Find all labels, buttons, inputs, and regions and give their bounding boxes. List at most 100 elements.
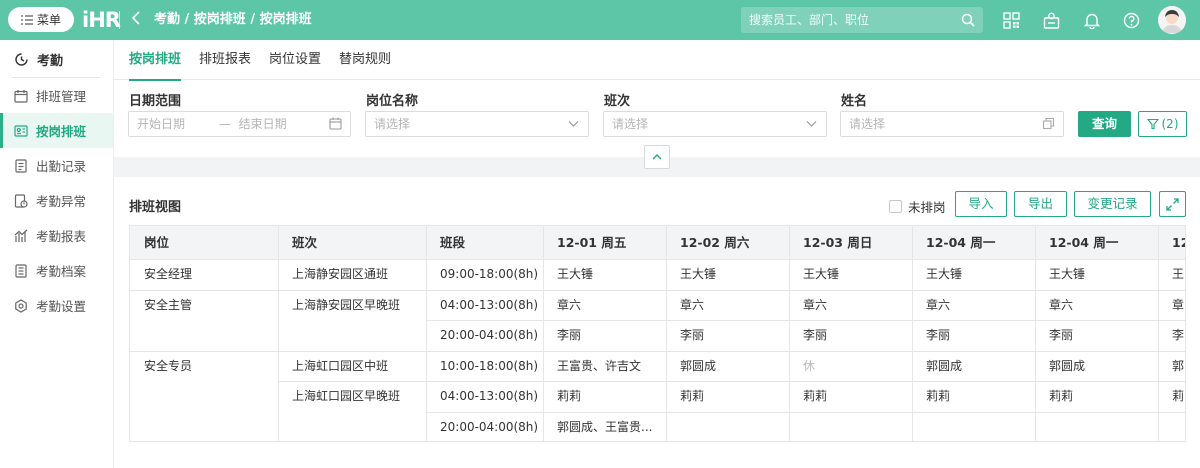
schedule-cell: 郭 xyxy=(1172,358,1185,373)
breadcrumb: 考勤 / 按岗排班 / 按岗排班 xyxy=(154,12,312,27)
sidebar-item-label: 按岗排班 xyxy=(36,124,87,139)
row-divider xyxy=(130,259,278,260)
import-button[interactable]: 导入 xyxy=(955,191,1007,217)
end-date-placeholder: 结束日期 xyxy=(238,117,287,131)
bell-icon[interactable] xyxy=(1082,10,1102,30)
filter-button[interactable]: (2) xyxy=(1138,111,1187,137)
export-button[interactable]: 导出 xyxy=(1014,191,1067,217)
sidebar-item-attendance-exceptions[interactable]: 考勤异常 xyxy=(0,183,113,218)
warning-doc-icon xyxy=(14,193,28,208)
schedule-cell: 王大锤 xyxy=(557,267,594,281)
row-divider xyxy=(130,289,278,291)
column-divider xyxy=(912,226,913,441)
sidebar-item-attendance-reports[interactable]: 考勤报表 xyxy=(0,218,113,253)
sidebar-header-label: 考勤 xyxy=(37,53,64,69)
row-divider xyxy=(426,350,1185,352)
row-divider xyxy=(426,289,1185,291)
avatar[interactable] xyxy=(1158,6,1186,34)
copy-icon xyxy=(1042,117,1055,130)
post-name-select[interactable]: 请选择 xyxy=(365,111,589,137)
sidebar-item-label: 考勤报表 xyxy=(36,229,87,244)
tab-post-scheduling[interactable]: 按岗排班 xyxy=(129,40,182,81)
sidebar: 考勤 排班管理 按岗排班 出勤记录 考勤异常 考勤报表 考勤档案 考勤设置 xyxy=(0,40,114,468)
query-button[interactable]: 查询 xyxy=(1078,111,1131,137)
schedule-table: 岗位 班次 班段 12-01 周五 12-02 周六 12-03 周日 12-04 周一 12… xyxy=(129,225,1186,442)
shift-cell: 上海静安园区早晚班 xyxy=(292,297,401,312)
column-divider xyxy=(666,226,667,441)
archive-icon xyxy=(15,263,27,278)
schedule-cell xyxy=(1035,412,1158,442)
schedule-cell: 李 xyxy=(1172,328,1185,342)
search-input[interactable]: 搜索员工、部门、职位 xyxy=(741,7,983,33)
segment-cell: 20:00-04:00(8h) xyxy=(440,419,539,434)
column-divider xyxy=(789,226,790,441)
segment-cell: 04:00-13:00(8h) xyxy=(440,297,539,312)
chevron-down-icon xyxy=(568,121,579,127)
checkbox-box[interactable] xyxy=(889,200,902,213)
qr-code-icon[interactable] xyxy=(1001,10,1021,30)
unscheduled-checkbox[interactable]: 未排岗 xyxy=(889,197,946,216)
post-name-label: 岗位名称 xyxy=(366,94,419,109)
tab-substitute-rules[interactable]: 替岗规则 xyxy=(339,40,391,80)
sidebar-item-label: 考勤档案 xyxy=(36,264,87,279)
column-divider xyxy=(426,226,427,441)
schedule-cell: 莉莉 xyxy=(803,389,828,403)
column-divider xyxy=(1158,226,1159,441)
name-label: 姓名 xyxy=(841,94,868,109)
column-header: 岗位 xyxy=(144,235,170,250)
schedule-cell: 莉 xyxy=(1172,389,1185,403)
sidebar-item-post-scheduling[interactable]: 按岗排班 xyxy=(0,113,113,148)
tab-post-settings[interactable]: 岗位设置 xyxy=(269,40,321,80)
filter-icon xyxy=(1146,118,1159,130)
contacts-icon[interactable] xyxy=(1041,10,1061,30)
date-range-picker[interactable]: 开始日期 — 结束日期 xyxy=(128,111,351,137)
menu-label: 菜单 xyxy=(36,13,61,27)
divider xyxy=(119,11,120,29)
column-header: 12-02 周六 xyxy=(680,235,750,250)
shift-select[interactable]: 请选择 xyxy=(603,111,827,137)
post-name-placeholder: 请选择 xyxy=(374,117,411,131)
sidebar-item-label: 排班管理 xyxy=(36,89,87,104)
sidebar-item-attendance-records[interactable]: 出勤记录 xyxy=(0,148,113,183)
column-header: 12-01 周五 xyxy=(557,235,627,250)
schedule-cell: 李丽 xyxy=(557,328,582,342)
name-select[interactable]: 请选择 xyxy=(840,111,1064,137)
tab-bar: 按岗排班 排班报表 岗位设置 替岗规则 xyxy=(114,40,1200,81)
sidebar-item-attendance-settings[interactable]: 考勤设置 xyxy=(0,288,113,323)
unscheduled-label: 未排岗 xyxy=(908,200,946,215)
collapse-button[interactable] xyxy=(644,145,670,169)
chevron-up-icon xyxy=(652,154,662,160)
row-divider xyxy=(278,259,426,260)
column-header: 班次 xyxy=(292,235,318,250)
back-chevron-icon[interactable] xyxy=(131,10,141,30)
column-divider xyxy=(278,226,279,441)
schedule-cell: 莉莉 xyxy=(680,389,705,403)
row-divider xyxy=(426,411,1185,413)
name-placeholder: 请选择 xyxy=(849,117,886,131)
schedule-cell: 李丽 xyxy=(1049,328,1074,342)
segment-cell: 10:00-18:00(8h) xyxy=(440,358,539,373)
gear-icon xyxy=(15,298,27,313)
chevron-down-icon xyxy=(806,121,817,127)
help-icon[interactable] xyxy=(1121,10,1141,30)
post-cell: 安全经理 xyxy=(144,267,193,281)
id-card-icon xyxy=(14,124,28,137)
menu-button[interactable]: 菜单 xyxy=(8,7,74,32)
sidebar-item-schedule-management[interactable]: 排班管理 xyxy=(0,78,113,113)
post-cell: 安全专员 xyxy=(144,358,193,373)
fullscreen-button[interactable] xyxy=(1159,191,1186,217)
schedule-cell: 郭圆成 xyxy=(680,358,717,373)
column-header: 12 xyxy=(1172,235,1185,250)
row-divider xyxy=(278,381,426,382)
sidebar-item-attendance-archives[interactable]: 考勤档案 xyxy=(0,253,113,288)
sidebar-item-label: 出勤记录 xyxy=(36,159,87,174)
change-log-button[interactable]: 变更记录 xyxy=(1074,191,1151,217)
calendar-icon xyxy=(14,89,28,103)
schedule-cell: 郭圆成、王富贵... xyxy=(557,419,653,434)
schedule-cell: 王大锤 xyxy=(926,267,963,281)
tab-schedule-report[interactable]: 排班报表 xyxy=(199,40,251,80)
search-icon[interactable] xyxy=(961,13,975,27)
row-divider xyxy=(130,350,278,352)
row-divider xyxy=(278,289,426,291)
schedule-cell: 王大锤 xyxy=(803,267,840,281)
